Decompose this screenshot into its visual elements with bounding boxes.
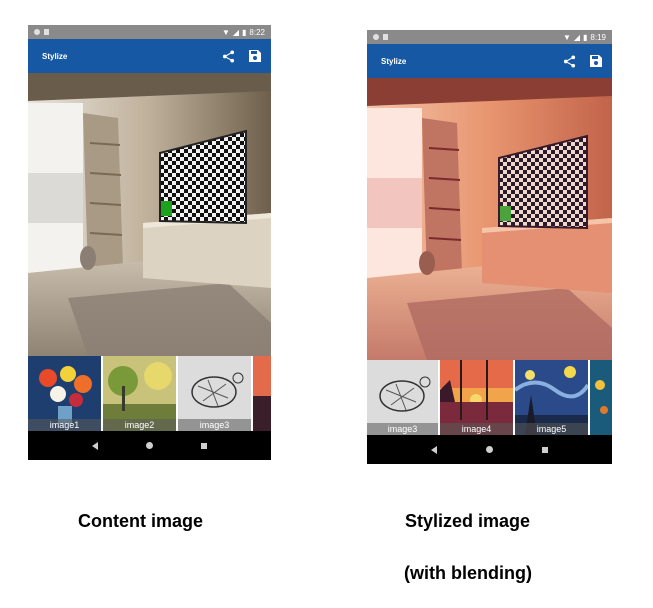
stylized-image (367, 78, 612, 360)
right-phone-screen: ▼ ◢ ▮ 8:19 Stylize image3 image4 image5 (367, 30, 612, 464)
left-phone-screen: ▼ ◢ ▮ 8:22 Stylize image1 image2 image3 (28, 25, 271, 460)
system-nav-bar (367, 435, 612, 464)
status-time: 8:19 (590, 32, 606, 42)
status-bar: ▼ ◢ ▮ 8:19 (367, 30, 612, 44)
recents-icon[interactable] (201, 442, 207, 449)
signal-icon: ◢ (232, 27, 240, 37)
thumbnail-item[interactable]: image3 (367, 360, 438, 435)
wifi-icon: ▼ (562, 32, 571, 42)
system-nav-bar (28, 431, 271, 460)
caption-with-blending: (with blending) (404, 563, 532, 583)
caption-stylized-image: Stylized image (405, 511, 531, 531)
app-title: Stylize (381, 56, 407, 66)
thumbnail-item[interactable]: image5 (515, 360, 588, 435)
app-bar: Stylize (28, 39, 271, 73)
signal-icon: ◢ (573, 32, 581, 42)
thumbnail-label: image1 (28, 419, 101, 431)
thumbnail-label: image3 (367, 423, 438, 435)
sd-card-icon (44, 29, 49, 35)
notification-icon (34, 29, 40, 35)
sd-card-icon (383, 34, 388, 40)
thumbnail-item[interactable]: image1 (28, 356, 101, 431)
recents-icon[interactable] (541, 446, 548, 453)
home-icon[interactable] (146, 442, 153, 449)
thumbnail-label: image3 (178, 419, 251, 431)
thumbnail-label: image2 (103, 419, 176, 431)
style-thumbnail-strip[interactable]: image1 image2 image3 (28, 356, 271, 431)
thumbnail-item[interactable] (590, 360, 612, 435)
thumbnail-label: image4 (440, 423, 513, 435)
save-icon[interactable] (249, 50, 261, 62)
home-icon[interactable] (485, 446, 493, 453)
share-icon[interactable] (222, 49, 235, 63)
thumbnail-label: image5 (515, 423, 588, 435)
share-icon[interactable] (563, 54, 576, 68)
wifi-icon: ▼ (221, 27, 230, 37)
style-thumbnail-strip[interactable]: image3 image4 image5 (367, 360, 612, 435)
status-bar: ▼ ◢ ▮ 8:22 (28, 25, 271, 39)
battery-icon: ▮ (583, 32, 588, 42)
thumbnail-item[interactable]: image4 (440, 360, 513, 435)
thumbnail-item[interactable]: image3 (178, 356, 251, 431)
app-title: Stylize (42, 51, 68, 61)
notification-icon (373, 34, 379, 40)
back-icon[interactable] (431, 445, 438, 454)
content-image (28, 73, 271, 356)
battery-icon: ▮ (242, 27, 247, 37)
caption-content-image: Content image (78, 511, 204, 531)
thumbnail-item[interactable]: image2 (103, 356, 176, 431)
back-icon[interactable] (92, 441, 98, 450)
app-bar: Stylize (367, 44, 612, 78)
status-time: 8:22 (249, 27, 265, 37)
save-icon[interactable] (590, 55, 602, 67)
thumbnail-item[interactable] (253, 356, 271, 431)
